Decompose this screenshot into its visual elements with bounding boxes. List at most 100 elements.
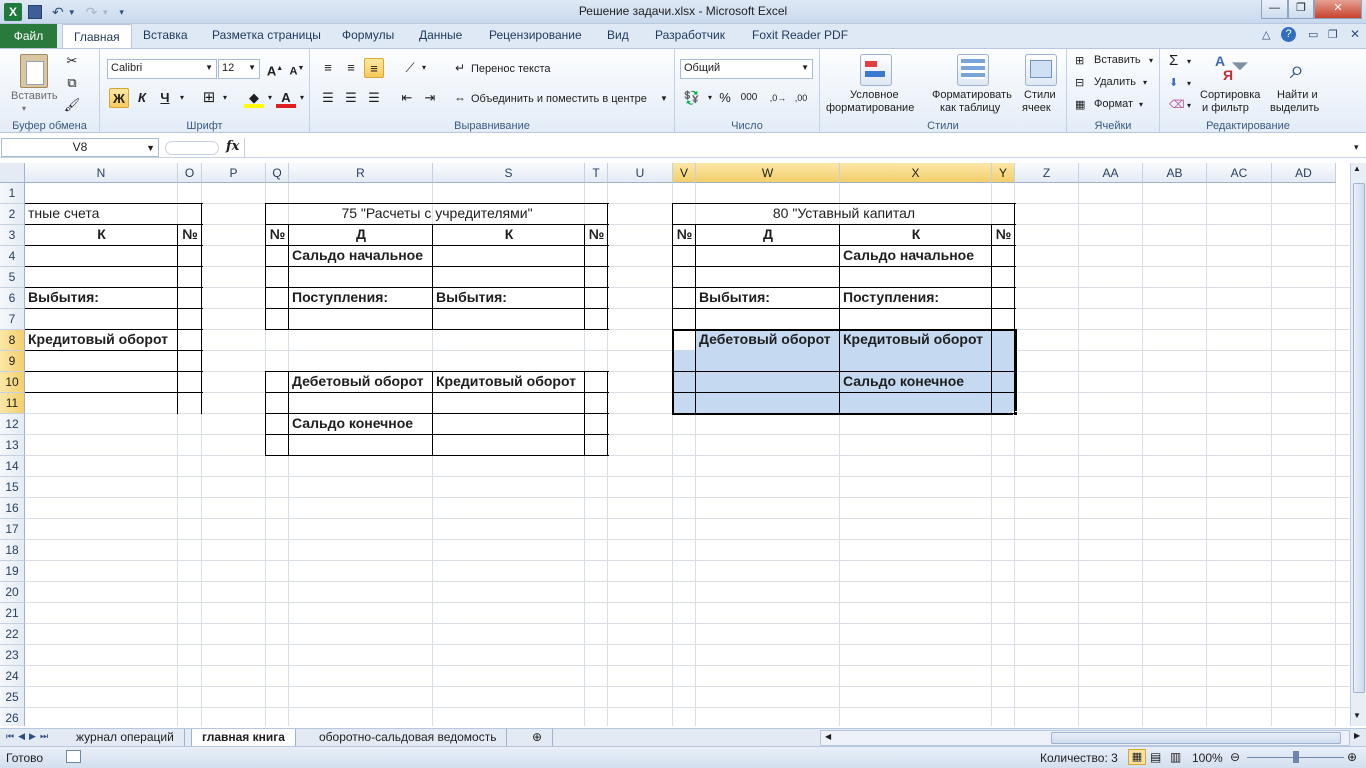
minimize-ribbon-icon[interactable]: △ — [1262, 28, 1270, 41]
row-header-24[interactable]: 24 — [0, 666, 25, 687]
find-select-icon[interactable]: ⌕ — [1281, 53, 1313, 85]
decrease-indent-icon[interactable]: ⇤ — [397, 88, 417, 108]
row-header-3[interactable]: 3 — [0, 225, 25, 246]
cell-x3[interactable]: К — [840, 224, 992, 245]
macro-record-icon[interactable] — [66, 750, 81, 763]
tab-data[interactable]: Данные — [419, 28, 462, 42]
cell-v3[interactable]: № — [673, 224, 696, 245]
fill-icon[interactable]: ⬇ — [1169, 76, 1178, 89]
cell-s3[interactable]: К — [433, 224, 585, 245]
cell-n2[interactable]: тные счета — [25, 203, 99, 224]
autosum-icon[interactable]: Σ — [1169, 52, 1178, 69]
format-cells-icon[interactable]: ▦ — [1075, 98, 1085, 111]
cell-x6[interactable]: Поступления: — [840, 287, 939, 308]
paste-icon[interactable] — [20, 54, 48, 88]
column-header-ab[interactable]: AB — [1143, 163, 1207, 183]
cut-icon[interactable]: ✂ — [62, 51, 82, 71]
merge-center-button[interactable]: Объединить и поместить в центре — [471, 93, 647, 105]
tab-view[interactable]: Вид — [607, 28, 629, 42]
expand-formula-icon[interactable]: ▾ — [1354, 142, 1359, 153]
wrap-text-icon[interactable]: ↵ — [450, 58, 470, 78]
cell-n3[interactable]: К — [25, 224, 178, 245]
row-header-1[interactable]: 1 — [0, 183, 25, 204]
cell-n8[interactable]: Кредитовый оборот — [25, 329, 168, 350]
italic-button[interactable]: К — [132, 88, 152, 108]
merge-center-icon[interactable]: ⇔ — [450, 88, 470, 108]
row-header-22[interactable]: 22 — [0, 624, 25, 645]
sort-filter-icon[interactable]: А Я ⏷ — [1213, 53, 1249, 85]
align-top-icon[interactable]: ≡ — [318, 58, 338, 78]
decrease-font-icon[interactable]: A▼ — [287, 59, 307, 79]
conditional-format-line2[interactable]: форматирование — [826, 102, 914, 114]
formula-input[interactable] — [244, 138, 1350, 157]
cell-s10[interactable]: Кредитовый оборот — [433, 371, 576, 392]
cell-w2[interactable]: 80 "Уставный капитал — [673, 203, 1015, 224]
increase-indent-icon[interactable]: ⇥ — [420, 88, 440, 108]
normal-view-icon[interactable]: ▦ — [1128, 749, 1146, 765]
insert-cells-button[interactable]: Вставить — [1094, 54, 1141, 66]
insert-cells-icon[interactable]: ⊞ — [1075, 54, 1084, 67]
copy-icon[interactable]: ⧉ — [62, 73, 82, 93]
row-header-15[interactable]: 15 — [0, 477, 25, 498]
tab-file[interactable]: Файл — [0, 24, 57, 48]
tab-home[interactable]: Главная — [62, 24, 132, 49]
row-header-4[interactable]: 4 — [0, 246, 25, 267]
bold-button[interactable]: Ж — [109, 88, 129, 108]
cell-x10[interactable]: Сальдо конечное — [840, 371, 964, 392]
cell-x4[interactable]: Сальдо начальное — [840, 245, 974, 266]
doc-close-icon[interactable]: ✕ — [1350, 27, 1360, 41]
page-break-view-icon[interactable]: ▥ — [1170, 750, 1181, 764]
row-header-13[interactable]: 13 — [0, 435, 25, 456]
column-header-r[interactable]: R — [289, 163, 433, 183]
delete-cells-icon[interactable]: ⊟ — [1075, 76, 1084, 89]
paste-button[interactable]: Вставить — [11, 90, 58, 102]
row-header-6[interactable]: 6 — [0, 288, 25, 309]
tab-formulas[interactable]: Формулы — [342, 28, 394, 42]
column-header-p[interactable]: P — [202, 163, 266, 183]
horizontal-scrollbar[interactable]: ◀ — [820, 730, 1350, 746]
sheet-tab-balance[interactable]: оборотно-сальдовая ведомость — [309, 729, 508, 747]
cell-o3[interactable]: № — [178, 224, 202, 245]
cell-y3[interactable]: № — [992, 224, 1015, 245]
row-header-2[interactable]: 2 — [0, 204, 25, 225]
align-middle-icon[interactable]: ≡ — [341, 58, 361, 78]
conditional-format-icon[interactable] — [860, 54, 892, 86]
cell-styles-icon[interactable] — [1025, 54, 1057, 86]
orientation-dropdown-icon[interactable]: ▾ — [414, 58, 434, 78]
wrap-text-button[interactable]: Перенос текста — [471, 63, 551, 75]
row-header-23[interactable]: 23 — [0, 645, 25, 666]
sheet-nav-icon[interactable]: ⏮◀▶⏭ — [6, 731, 52, 742]
align-bottom-icon[interactable]: ≡ — [364, 58, 384, 78]
format-as-table-line2[interactable]: как таблицу — [940, 102, 1000, 114]
minimize-button[interactable]: — — [1261, 0, 1288, 19]
tab-review[interactable]: Рецензирование — [489, 28, 582, 42]
cell-r10[interactable]: Дебетовый оборот — [289, 371, 424, 392]
cell-r3[interactable]: Д — [289, 224, 433, 245]
column-header-v[interactable]: V — [673, 163, 696, 183]
merge-dropdown-icon[interactable]: ▼ — [660, 94, 668, 103]
conditional-format-line1[interactable]: Условное — [850, 89, 899, 101]
worksheet-grid[interactable]: тные счета К № Выбытия: Кредитовый оборо… — [0, 163, 1350, 726]
row-header-21[interactable]: 21 — [0, 603, 25, 624]
row-header-25[interactable]: 25 — [0, 687, 25, 708]
increase-font-icon[interactable]: A▲ — [265, 59, 285, 79]
tab-page-layout[interactable]: Разметка страницы — [212, 28, 321, 42]
column-header-q[interactable]: Q — [266, 163, 289, 183]
delete-dropdown-icon[interactable]: ▾ — [1143, 78, 1147, 87]
align-right-icon[interactable]: ☰ — [364, 88, 384, 108]
clear-dropdown-icon[interactable]: ▾ — [1187, 101, 1191, 110]
fill-dropdown-icon[interactable]: ▾ — [1187, 79, 1191, 88]
new-sheet-icon[interactable]: ⊕ — [522, 729, 554, 747]
percent-button[interactable]: % — [715, 88, 735, 108]
scroll-down-icon[interactable]: ▼ — [1353, 711, 1361, 720]
tab-insert[interactable]: Вставка — [143, 28, 188, 42]
paste-dropdown-icon[interactable]: ▾ — [22, 104, 26, 113]
format-dropdown-icon[interactable]: ▾ — [1139, 100, 1143, 109]
row-header-5[interactable]: 5 — [0, 267, 25, 288]
scroll-up-icon[interactable]: ▲ — [1353, 164, 1361, 173]
zoom-in-icon[interactable]: ⊕ — [1347, 750, 1357, 764]
h-scroll-thumb[interactable] — [1051, 732, 1341, 744]
zoom-out-icon[interactable]: ⊖ — [1230, 750, 1240, 764]
sheet-tab-journal[interactable]: журнал операций — [66, 729, 185, 747]
tab-developer[interactable]: Разработчик — [655, 28, 725, 42]
